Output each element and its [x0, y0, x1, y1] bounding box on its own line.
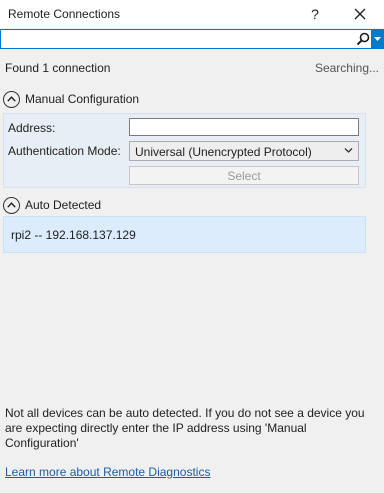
chevron-down-icon — [344, 148, 353, 153]
help-button[interactable]: ? — [298, 0, 332, 28]
manual-config-label: Manual Configuration — [25, 92, 140, 106]
search-box — [0, 29, 384, 49]
device-label: rpi2 -- 192.168.137.129 — [11, 228, 136, 242]
auto-detected-label: Auto Detected — [25, 198, 102, 212]
list-item[interactable]: rpi2 -- 192.168.137.129 — [3, 216, 366, 253]
close-button[interactable] — [343, 0, 377, 28]
help-note: Not all devices can be auto detected. If… — [5, 406, 365, 450]
search-input[interactable] — [3, 31, 353, 47]
auth-mode-select[interactable]: Universal (Unencrypted Protocol) — [129, 141, 359, 161]
select-button[interactable]: Select — [129, 166, 359, 185]
manual-config-panel: Address: Authentication Mode: Universal … — [3, 113, 366, 188]
connection-count: Found 1 connection — [5, 61, 111, 75]
title-bar: Remote Connections ? — [0, 0, 384, 28]
searching-status: Searching... — [314, 61, 379, 75]
search-dropdown-button[interactable] — [371, 29, 384, 49]
collapse-icon[interactable] — [3, 90, 20, 108]
window-title: Remote Connections — [8, 7, 121, 21]
manual-config-header[interactable]: Manual Configuration — [3, 90, 139, 108]
learn-more-link[interactable]: Learn more about Remote Diagnostics — [5, 465, 210, 479]
chevron-down-icon — [374, 36, 381, 41]
address-label: Address: — [8, 121, 56, 135]
auth-mode-value: Universal (Unencrypted Protocol) — [135, 145, 312, 159]
collapse-icon[interactable] — [3, 196, 20, 214]
close-icon — [354, 8, 366, 20]
search-icon[interactable] — [355, 31, 371, 47]
auth-mode-label: Authentication Mode: — [8, 144, 121, 158]
auto-detected-header[interactable]: Auto Detected — [3, 196, 101, 214]
address-field[interactable] — [129, 118, 359, 136]
